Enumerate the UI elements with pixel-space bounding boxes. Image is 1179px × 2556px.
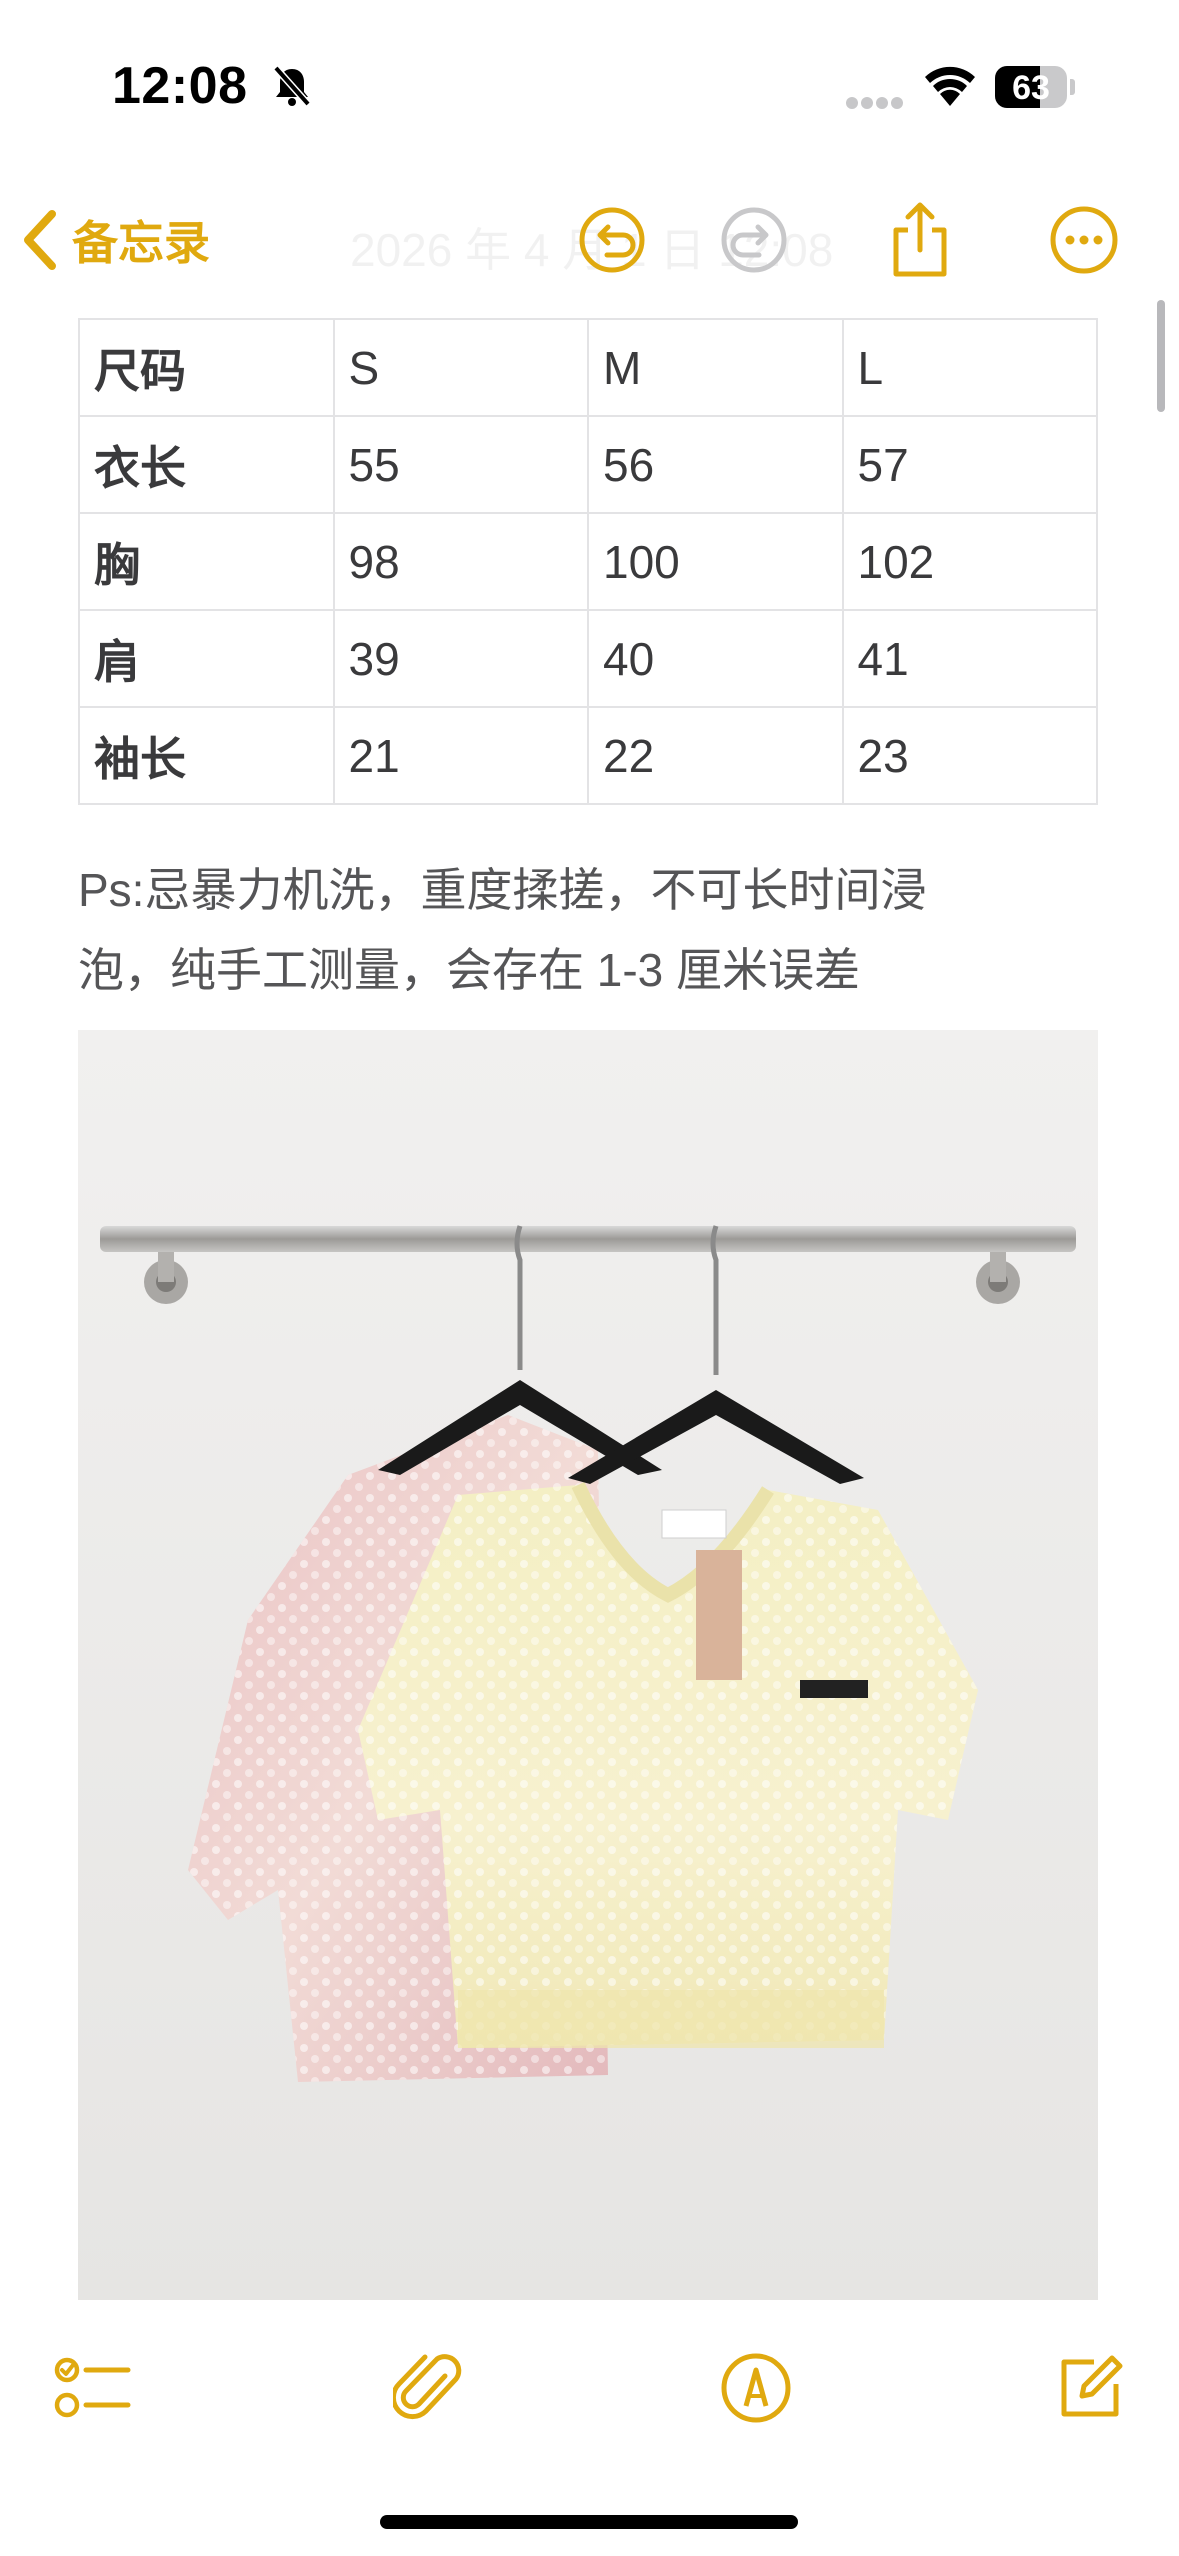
product-photo[interactable] xyxy=(78,1030,1098,2300)
chevron-left-icon xyxy=(24,210,56,270)
checklist-icon xyxy=(54,2357,131,2418)
undo-icon xyxy=(579,207,645,273)
table-cell[interactable]: 40 xyxy=(587,609,844,708)
paperclip-icon xyxy=(393,2354,462,2420)
redo-button[interactable] xyxy=(706,192,802,288)
table-cell[interactable]: 21 xyxy=(332,706,589,805)
note-line: Ps:忌暴力机洗，重度揉搓，不可长时间浸 xyxy=(78,864,927,916)
attachment-button[interactable] xyxy=(378,2338,478,2438)
note-line: 泡，纯手工测量，会存在 1-3 厘米误差 xyxy=(78,944,861,996)
markup-button[interactable] xyxy=(706,2338,806,2438)
table-cell[interactable]: 肩 xyxy=(78,609,335,708)
scroll-indicator[interactable] xyxy=(1157,300,1165,412)
share-icon xyxy=(893,202,947,277)
table-cell[interactable]: 102 xyxy=(841,512,1098,611)
table-cell[interactable]: 22 xyxy=(587,706,844,805)
cellular-signal-icon xyxy=(845,96,905,115)
table-cell[interactable]: 袖长 xyxy=(78,706,335,805)
home-indicator[interactable] xyxy=(380,2515,798,2529)
table-cell[interactable]: 98 xyxy=(332,512,589,611)
table-cell[interactable]: 56 xyxy=(587,415,844,514)
table-row: 衣长 55 56 57 xyxy=(78,415,1098,514)
undo-button[interactable] xyxy=(564,192,660,288)
status-time: 12:08 xyxy=(112,57,248,115)
size-table: 尺码 S M L 衣长 55 56 57 胸 98 100 102 肩 39 4… xyxy=(78,318,1098,805)
table-header-row: 尺码 S M L xyxy=(78,318,1098,417)
table-cell[interactable]: 57 xyxy=(841,415,1098,514)
table-row: 袖长 21 22 23 xyxy=(78,706,1098,805)
back-label: 备忘录 xyxy=(72,217,210,269)
table-cell[interactable]: 55 xyxy=(332,415,589,514)
table-cell[interactable]: 衣长 xyxy=(78,415,335,514)
table-cell[interactable]: S xyxy=(332,318,589,417)
more-button[interactable] xyxy=(1036,192,1132,288)
compose-button[interactable] xyxy=(1040,2338,1140,2438)
wifi-icon xyxy=(922,64,978,113)
table-cell[interactable]: 胸 xyxy=(78,512,335,611)
table-cell[interactable]: 23 xyxy=(841,706,1098,805)
battery-icon: 63 xyxy=(995,66,1075,108)
table-cell[interactable]: 尺码 xyxy=(78,318,335,417)
more-icon xyxy=(1050,206,1118,274)
table-cell[interactable]: M xyxy=(587,318,844,417)
status-bar: 12:08 63 xyxy=(0,0,1179,170)
back-button[interactable]: 备忘录 xyxy=(22,192,210,288)
table-row: 肩 39 40 41 xyxy=(78,609,1098,708)
table-cell[interactable]: 39 xyxy=(332,609,589,708)
share-button[interactable] xyxy=(872,192,968,288)
redo-icon xyxy=(721,207,787,273)
table-row: 胸 98 100 102 xyxy=(78,512,1098,611)
battery-percent: 63 xyxy=(1012,69,1050,107)
table-cell[interactable]: L xyxy=(841,318,1098,417)
checklist-button[interactable] xyxy=(44,2338,144,2438)
markup-pen-icon xyxy=(721,2353,791,2423)
compose-icon xyxy=(1061,2355,1123,2417)
navigation-bar: 备忘录 2026 年 4 月 1 日 12:08 xyxy=(0,170,1179,310)
table-cell[interactable]: 41 xyxy=(841,609,1098,708)
bell-slash-icon xyxy=(270,64,314,113)
table-cell[interactable]: 100 xyxy=(587,512,844,611)
note-body-text[interactable]: Ps:忌暴力机洗，重度揉搓，不可长时间浸 泡，纯手工测量，会存在 1-3 厘米误… xyxy=(78,850,1098,1010)
